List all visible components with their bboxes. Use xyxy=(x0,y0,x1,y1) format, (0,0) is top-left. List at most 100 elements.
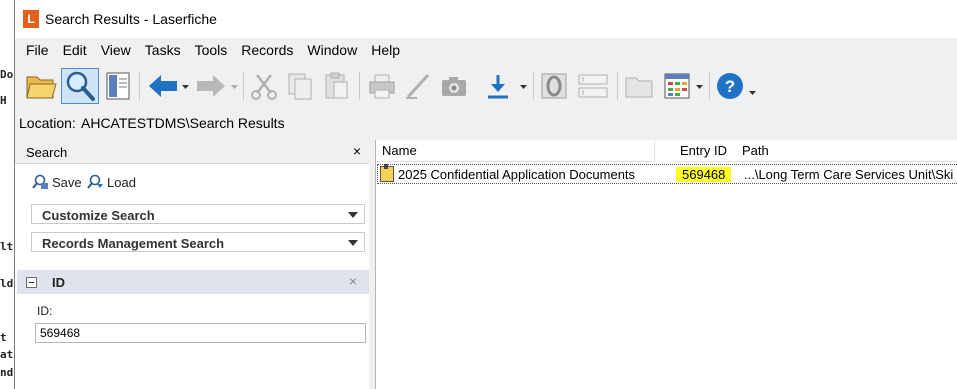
records-management-search-dropdown[interactable]: Records Management Search xyxy=(31,232,365,252)
toolbar-separator xyxy=(139,72,140,100)
toolbar-separator xyxy=(243,72,244,100)
fields-button[interactable] xyxy=(573,68,613,104)
column-view-icon xyxy=(664,73,690,99)
search-pane-header: Search × xyxy=(15,140,369,164)
toolbar-separator xyxy=(533,72,534,100)
chevron-down-icon xyxy=(348,240,358,246)
zone-ocr-button[interactable] xyxy=(537,68,571,104)
save-search-button[interactable]: Save xyxy=(32,174,82,190)
menu-tools[interactable]: Tools xyxy=(188,38,235,62)
table-row[interactable]: 2025 Confidential Application Documents … xyxy=(377,164,957,184)
laserfiche-logo-icon: L xyxy=(23,10,39,28)
copy-button[interactable] xyxy=(283,68,317,104)
menu-records[interactable]: Records xyxy=(234,38,300,62)
bg-text-fragment: nd xyxy=(0,366,14,379)
menu-file[interactable]: File xyxy=(19,38,56,62)
collapse-icon[interactable] xyxy=(26,277,37,288)
bg-text-fragment: H xyxy=(0,94,7,107)
bg-text-fragment: lt xyxy=(0,240,14,253)
annotate-button[interactable] xyxy=(401,68,435,104)
column-view-dropdown-caret-icon[interactable] xyxy=(696,82,704,92)
zone-ocr-icon xyxy=(541,73,567,99)
preview-pane-icon xyxy=(106,72,130,100)
download-dropdown-caret-icon[interactable] xyxy=(520,82,528,92)
id-field-input[interactable] xyxy=(35,323,366,343)
cut-button[interactable] xyxy=(247,68,281,104)
open-folder-icon xyxy=(26,76,57,99)
download-icon xyxy=(488,75,508,99)
scan-icon xyxy=(442,77,466,96)
column-divider[interactable] xyxy=(654,140,655,162)
search-button[interactable] xyxy=(61,68,99,104)
window-title: Search Results - Laserfiche xyxy=(45,11,217,27)
toolbar-separator xyxy=(359,72,360,100)
location-label: Location: xyxy=(19,115,76,131)
chevron-down-icon xyxy=(348,212,358,218)
search-results-pane: Name Entry ID Path 2025 Confidential App… xyxy=(375,140,957,389)
download-button[interactable] xyxy=(481,68,515,104)
fields-icon xyxy=(578,74,608,98)
open-folder-button[interactable] xyxy=(23,68,59,104)
location-bar: Location: AHCATESTDMS\Search Results xyxy=(15,110,957,134)
scan-button[interactable] xyxy=(437,68,471,104)
copy-icon xyxy=(288,73,312,100)
help-dropdown-caret-icon[interactable] xyxy=(749,88,757,98)
help-button[interactable]: ? xyxy=(713,68,747,104)
remove-field-button[interactable]: × xyxy=(349,273,357,289)
forward-icon xyxy=(197,75,225,97)
back-icon xyxy=(149,75,177,97)
column-header-name[interactable]: Name xyxy=(376,140,654,162)
forward-dropdown-caret-icon[interactable] xyxy=(231,82,239,92)
search-pane-title: Search xyxy=(26,145,68,160)
id-field-label: ID: xyxy=(37,304,53,318)
bg-text-fragment: t xyxy=(0,331,7,344)
save-search-label: Save xyxy=(52,174,82,190)
menu-view[interactable]: View xyxy=(94,38,138,62)
load-search-icon xyxy=(87,174,103,189)
search-pane-close-button[interactable]: × xyxy=(353,143,361,159)
load-search-label: Load xyxy=(107,174,136,190)
id-field-group-header: ID × xyxy=(17,270,369,294)
laserfiche-window: L Search Results - Laserfiche File Edit … xyxy=(14,0,957,389)
search-pane: Search × Save Load Customize Search Reco… xyxy=(15,140,369,389)
back-dropdown-caret-icon[interactable] xyxy=(182,82,190,92)
document-icon xyxy=(380,164,394,182)
bg-text-fragment: ld xyxy=(0,277,14,290)
result-path-cell: ...\Long Term Care Services Unit\Ski xyxy=(744,167,954,182)
new-folder-icon xyxy=(625,77,653,98)
preview-pane-button[interactable] xyxy=(101,68,135,104)
result-entry-id-cell: 569468 xyxy=(676,167,732,182)
column-view-button[interactable] xyxy=(659,68,695,104)
bg-text-fragment: at xyxy=(0,348,14,361)
load-search-button[interactable]: Load xyxy=(87,174,136,190)
title-bar[interactable]: L Search Results - Laserfiche xyxy=(15,0,957,38)
menu-window[interactable]: Window xyxy=(300,38,364,62)
records-management-search-label: Records Management Search xyxy=(42,236,225,251)
search-pane-body: Save Load Customize Search Records Manag… xyxy=(15,164,369,389)
print-icon xyxy=(369,74,395,99)
cut-icon xyxy=(251,74,277,100)
id-field-group-title: ID xyxy=(52,275,65,290)
result-name-cell: 2025 Confidential Application Documents xyxy=(398,167,636,182)
toolbar-separator xyxy=(709,72,710,100)
menu-help[interactable]: Help xyxy=(364,38,407,62)
menu-edit[interactable]: Edit xyxy=(56,38,94,62)
new-folder-button[interactable] xyxy=(621,68,657,104)
column-header-entry-id[interactable]: Entry ID xyxy=(674,140,736,162)
back-button[interactable] xyxy=(143,68,183,104)
location-path[interactable]: AHCATESTDMS\Search Results xyxy=(81,115,285,131)
print-button[interactable] xyxy=(365,68,399,104)
toolbar: ? xyxy=(15,62,957,108)
customize-search-dropdown[interactable]: Customize Search xyxy=(31,204,365,224)
annotate-icon xyxy=(406,73,430,99)
save-search-icon xyxy=(32,174,48,189)
help-icon: ? xyxy=(717,73,743,99)
paste-icon xyxy=(325,72,348,99)
column-header-path[interactable]: Path xyxy=(736,140,957,162)
search-icon xyxy=(66,71,95,101)
menu-tasks[interactable]: Tasks xyxy=(138,38,188,62)
toolbar-separator xyxy=(617,72,618,100)
paste-button[interactable] xyxy=(319,68,353,104)
forward-button[interactable] xyxy=(191,68,231,104)
customize-search-label: Customize Search xyxy=(42,208,155,223)
